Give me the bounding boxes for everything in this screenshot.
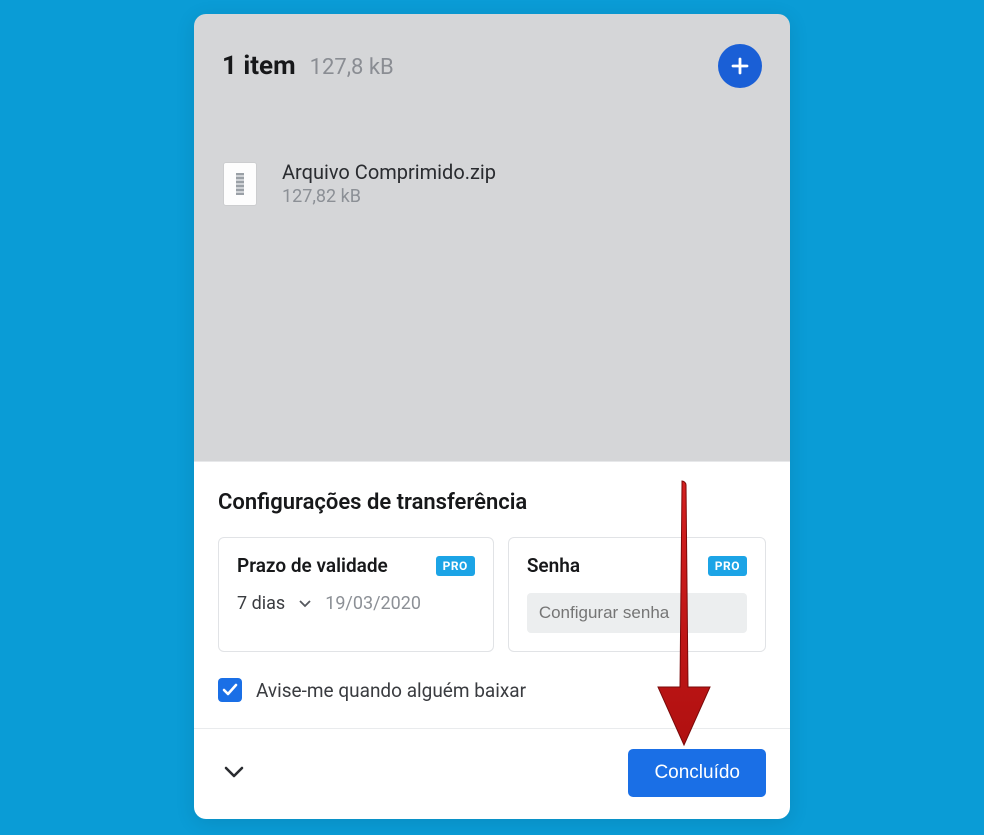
notify-checkbox[interactable] — [218, 678, 242, 702]
add-file-button[interactable] — [718, 44, 762, 88]
collapse-button[interactable] — [218, 758, 250, 789]
check-icon — [222, 683, 238, 697]
notify-row[interactable]: Avise-me quando alguém baixar — [218, 678, 766, 702]
file-size: 127,82 kB — [282, 186, 496, 207]
password-header: Senha PRO — [527, 554, 747, 577]
settings-title: Configurações de transferência — [218, 490, 766, 515]
expiry-selector[interactable]: 7 dias 19/03/2020 — [237, 593, 475, 614]
list-item[interactable]: Arquivo Comprimido.zip 127,82 kB — [222, 160, 762, 207]
done-button[interactable]: Concluído — [628, 749, 766, 797]
pro-badge: PRO — [708, 556, 747, 576]
notify-label: Avise-me quando alguém baixar — [256, 679, 526, 702]
password-label: Senha — [527, 554, 580, 577]
password-input[interactable] — [527, 593, 747, 633]
transfer-settings-panel: Configurações de transferência Prazo de … — [194, 461, 790, 819]
plus-icon — [730, 56, 750, 76]
zip-icon — [236, 173, 244, 195]
settings-footer: Concluído — [194, 728, 790, 819]
chevron-down-icon — [299, 600, 311, 608]
header-summary: 1 item 127,8 kB — [222, 51, 394, 81]
expiry-header: Prazo de validade PRO — [237, 554, 475, 577]
file-list-header: 1 item 127,8 kB — [222, 44, 762, 88]
total-size: 127,8 kB — [310, 55, 394, 80]
chevron-down-icon — [224, 766, 244, 779]
expiry-value: 7 dias — [237, 593, 285, 614]
file-meta: Arquivo Comprimido.zip 127,82 kB — [282, 160, 496, 207]
expiry-setting: Prazo de validade PRO 7 dias 19/03/2020 — [218, 537, 494, 652]
file-name: Arquivo Comprimido.zip — [282, 160, 496, 184]
expiry-date: 19/03/2020 — [325, 593, 421, 614]
transfer-card: 1 item 127,8 kB Arquivo Comprimido.zip 1… — [194, 14, 790, 819]
file-icon — [224, 163, 256, 205]
password-setting: Senha PRO — [508, 537, 766, 652]
expiry-label: Prazo de validade — [237, 554, 388, 577]
settings-row: Prazo de validade PRO 7 dias 19/03/2020 … — [218, 537, 766, 652]
item-count: 1 item — [222, 51, 296, 81]
pro-badge: PRO — [436, 556, 475, 576]
file-list-panel: 1 item 127,8 kB Arquivo Comprimido.zip 1… — [194, 14, 790, 461]
